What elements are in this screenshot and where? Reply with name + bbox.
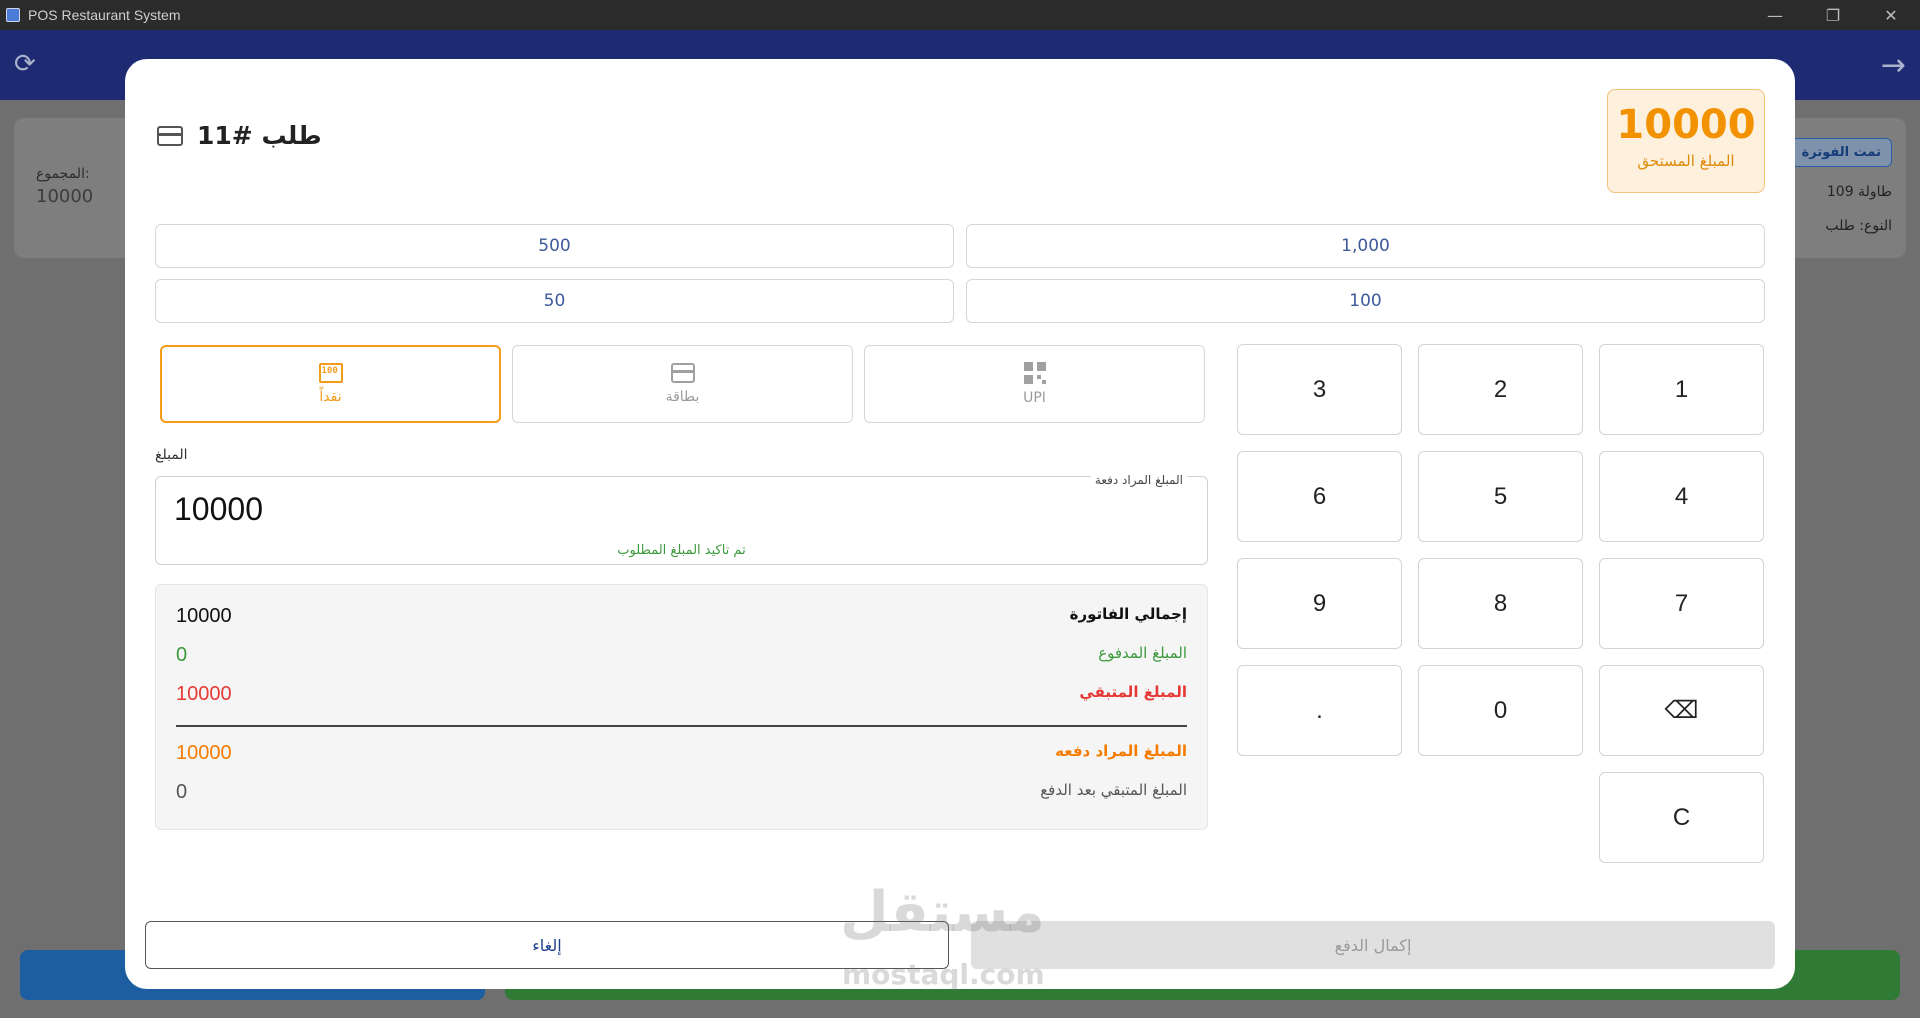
summary-row-paid: 0 المبلغ المدفوع (176, 644, 1187, 667)
total-label: المجموع: (36, 166, 90, 182)
total-value: 10000 (36, 186, 94, 207)
restore-button[interactable]: ❐ (1804, 0, 1862, 30)
payment-dialog: طلب #11 10000 المبلغ المستحق 500 1,000 5… (125, 59, 1795, 989)
summary-row-invoice-total: 10000 إجمالي الفاتورة (176, 605, 1187, 628)
invoice-status-badge: تمت الفوترة (1790, 138, 1892, 167)
close-button[interactable]: ✕ (1862, 0, 1920, 30)
key-3[interactable]: 3 (1237, 344, 1402, 435)
key-0[interactable]: 0 (1418, 665, 1583, 756)
payment-method-label: نقداً (319, 389, 342, 405)
key-9[interactable]: 9 (1237, 558, 1402, 649)
amount-helper-text: تم تاكيد المبلغ المطلوب (617, 543, 746, 558)
window-controls: — ❐ ✕ (1746, 0, 1920, 30)
minimize-button[interactable]: — (1746, 0, 1804, 30)
after-payment-value: 0 (176, 781, 188, 803)
credit-card-icon (670, 363, 695, 383)
order-title: طلب #11 (157, 121, 322, 150)
quick-amount-50[interactable]: 50 (155, 279, 954, 323)
key-6[interactable]: 6 (1237, 451, 1402, 542)
summary-row-remaining: 10000 المبلغ المتبقي (176, 683, 1187, 706)
key-7[interactable]: 7 (1599, 558, 1764, 649)
after-payment-label: المبلغ المتبقي بعد الدفع (1040, 781, 1187, 799)
payment-method-card[interactable]: بطاقة (512, 345, 853, 423)
watermark-url: mostaql.com (842, 958, 1045, 991)
payment-method-label: بطاقة (665, 389, 700, 405)
complete-payment-button[interactable]: إكمال الدفع (971, 921, 1775, 969)
amount-section-label: المبلغ (155, 447, 188, 463)
key-4[interactable]: 4 (1599, 451, 1764, 542)
window-title: POS Restaurant System (28, 7, 181, 23)
arrow-forward-icon[interactable]: → (1881, 48, 1906, 83)
invoice-total-label: إجمالي الفاتورة (1069, 605, 1187, 623)
quick-amounts: 500 1,000 50 100 (155, 224, 1765, 323)
paid-value: 0 (176, 644, 188, 666)
invoice-total-value: 10000 (176, 605, 232, 627)
order-number: طلب #11 (197, 121, 322, 150)
key-8[interactable]: 8 (1418, 558, 1583, 649)
amount-due-value: 10000 (1616, 102, 1756, 148)
cancel-button[interactable]: إلغاء (145, 921, 949, 969)
summary-divider (176, 725, 1187, 727)
payment-method-cash[interactable]: نقداً (160, 345, 501, 423)
payment-summary: 10000 إجمالي الفاتورة 0 المبلغ المدفوع 1… (155, 584, 1208, 830)
payment-methods: نقداً بطاقة UPI (160, 345, 1205, 423)
numeric-keypad: 3 2 1 6 5 4 9 8 7 . 0 ⌫ C (1237, 344, 1764, 863)
order-type-label: النوع: طلب (1825, 218, 1892, 234)
amount-due-label: المبلغ المستحق (1637, 152, 1735, 170)
amount-due-box: 10000 المبلغ المستحق (1607, 89, 1765, 193)
key-5[interactable]: 5 (1418, 451, 1583, 542)
quick-amount-1000[interactable]: 1,000 (966, 224, 1765, 268)
remaining-value: 10000 (176, 683, 232, 705)
amount-field-label: المبلغ المراد دفعة (1090, 473, 1187, 487)
window-titlebar: POS Restaurant System — ❐ ✕ (0, 0, 1920, 30)
quick-amount-500[interactable]: 500 (155, 224, 954, 268)
payment-method-upi[interactable]: UPI (864, 345, 1205, 423)
amount-field: المبلغ المراد دفعة تم تاكيد المبلغ المطل… (155, 473, 1208, 565)
remaining-label: المبلغ المتبقي (1079, 683, 1187, 701)
amount-input[interactable] (174, 491, 774, 528)
payment-method-label: UPI (1023, 390, 1046, 406)
to-pay-value: 10000 (176, 742, 232, 764)
summary-row-after-payment: 0 المبلغ المتبقي بعد الدفع (176, 781, 1187, 804)
key-2[interactable]: 2 (1418, 344, 1583, 435)
watermark-logo: مستقل (840, 880, 1045, 945)
backspace-icon[interactable]: ⌫ (1599, 665, 1764, 756)
cash-icon (318, 363, 343, 383)
key-decimal[interactable]: . (1237, 665, 1402, 756)
paid-label: المبلغ المدفوع (1098, 644, 1187, 662)
app-icon (6, 8, 20, 22)
qr-code-icon (1023, 362, 1046, 384)
quick-amount-100[interactable]: 100 (966, 279, 1765, 323)
refresh-icon[interactable]: ⟳ (14, 50, 42, 78)
key-clear[interactable]: C (1599, 772, 1764, 863)
credit-card-icon (157, 125, 183, 146)
summary-row-to-pay: 10000 المبلغ المراد دفعه (176, 742, 1187, 765)
key-1[interactable]: 1 (1599, 344, 1764, 435)
table-label: طاولة 109 (1826, 184, 1892, 200)
to-pay-label: المبلغ المراد دفعه (1055, 742, 1187, 760)
